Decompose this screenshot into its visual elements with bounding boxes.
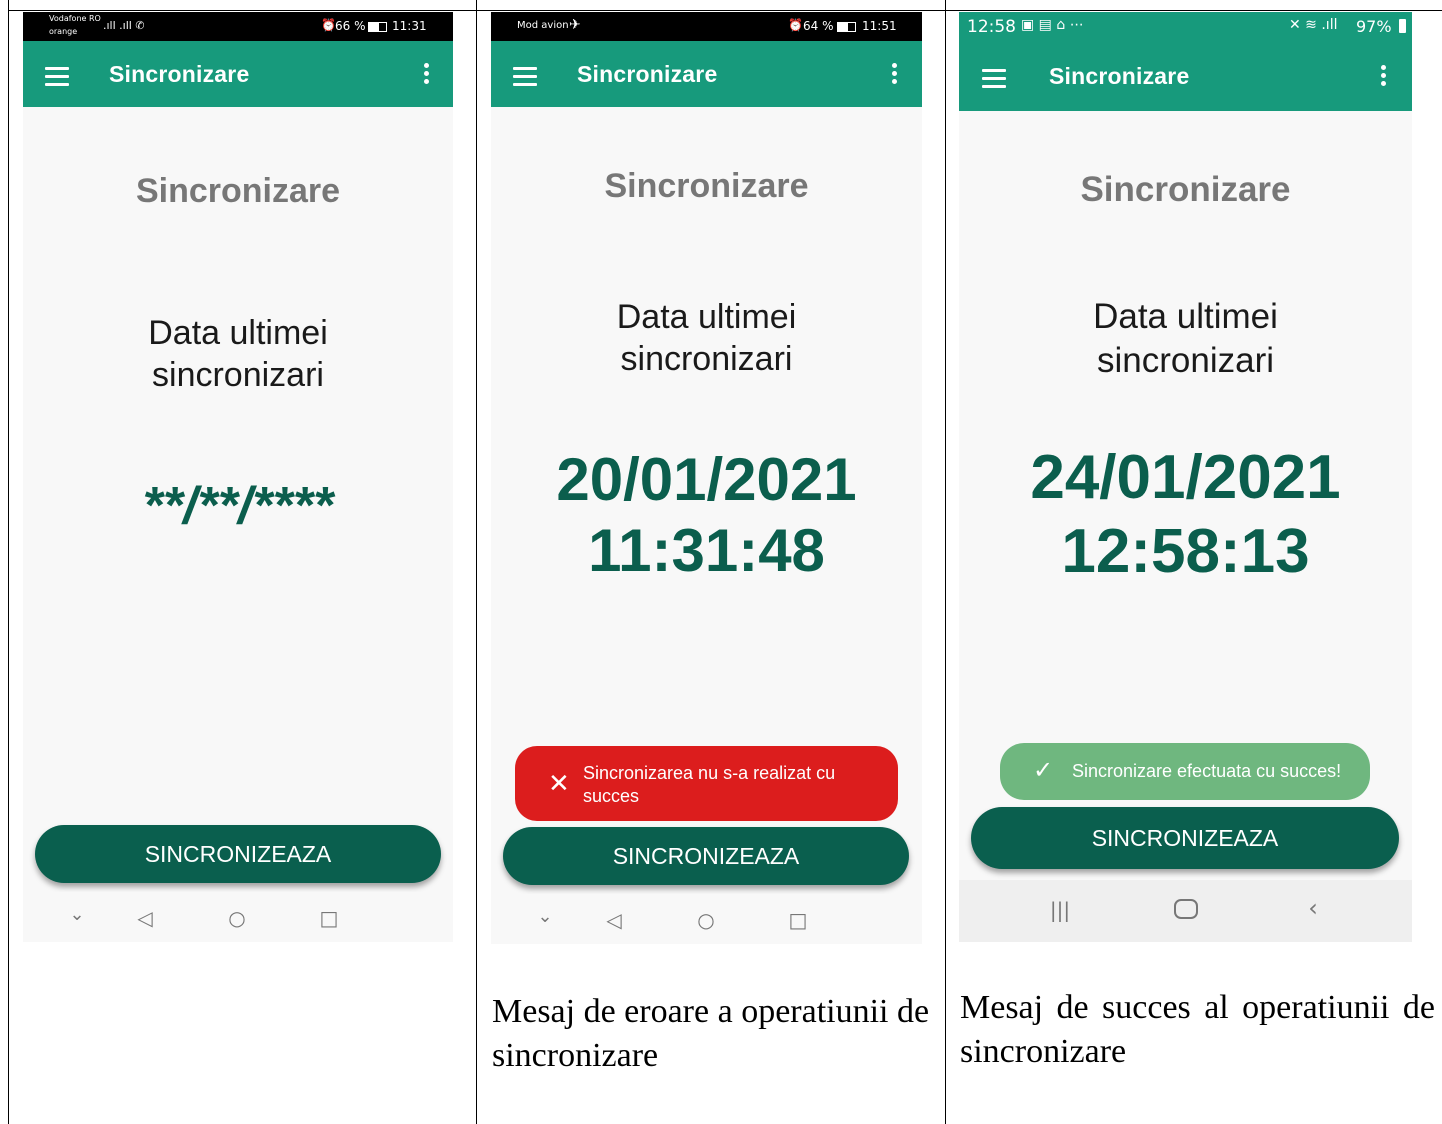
collapse-icon[interactable]: ⌄ <box>65 904 89 925</box>
notification-icons: ▣ ▤ ⌂ ⋯ <box>1021 17 1084 33</box>
more-options-icon[interactable] <box>424 63 430 87</box>
home-icon[interactable]: ○ <box>694 908 718 932</box>
last-sync-date: 20/01/2021 <box>556 446 857 513</box>
error-caption: Mesaj de eroare a operatiunii de sincron… <box>492 993 930 1074</box>
menu-icon[interactable] <box>982 69 1006 93</box>
signal-icons: ✕ ≋ .ıll <box>1289 17 1338 33</box>
table-border-top <box>8 10 1442 11</box>
nav-bar: ⌄ ◁ ○ □ <box>491 894 922 944</box>
carrier-name: Vodafone RO <box>49 14 101 23</box>
table-border-mid2 <box>945 0 946 1124</box>
sync-button[interactable]: SINCRONIZEAZA <box>503 827 909 885</box>
back-icon[interactable]: ◁ <box>133 906 157 930</box>
last-sync-date: **/**/**** <box>142 477 334 535</box>
home-icon[interactable]: ○ <box>225 906 249 930</box>
recents-icon[interactable]: ||| <box>1045 898 1075 922</box>
menu-icon[interactable] <box>513 67 537 91</box>
nav-bar: ||| ‹ <box>959 880 1412 942</box>
app-bar: Sincronizare <box>491 41 922 107</box>
app-bar-title: Sincronizare <box>109 61 250 87</box>
status-bar: 12:58 ▣ ▤ ⌂ ⋯ ✕ ≋ .ıll 97% <box>959 12 1412 41</box>
error-toast-text: Sincronizarea nu s-a realizat cu succes <box>583 763 836 806</box>
table-border-mid1 <box>476 0 477 1124</box>
nav-bar: ⌄ ◁ ○ □ <box>23 892 453 942</box>
alarm-icon: ⏰ <box>788 18 803 32</box>
last-sync-label: Data ultimei sincronizari <box>616 298 797 378</box>
last-sync-label: Data ultimei sincronizari <box>1093 297 1278 380</box>
phone-screen-initial: Vodafone RO orange .ıll .ıll ✆ ⏰ 66 % 11… <box>23 12 453 942</box>
app-bar: Sincronizare <box>23 41 453 107</box>
error-toast: ✕ Sincronizarea nu s-a realizat cu succe… <box>515 746 898 821</box>
last-sync-date: 24/01/2021 <box>1030 443 1341 512</box>
success-toast: ✓ Sincronizare efectuata cu succes! <box>1000 743 1370 800</box>
signal-icon: .ıll .ıll ✆ <box>103 19 145 32</box>
screen-title: Sincronizare <box>135 172 341 210</box>
airplane-icon: ✈ <box>569 17 581 33</box>
check-icon: ✓ <box>1033 756 1054 784</box>
battery-icon <box>368 22 387 32</box>
sync-button[interactable]: SINCRONIZEAZA <box>35 825 441 883</box>
back-icon[interactable]: ◁ <box>602 908 626 932</box>
recents-icon[interactable]: □ <box>317 906 341 930</box>
battery-percent: 97% <box>1356 17 1392 36</box>
recents-icon[interactable]: □ <box>786 908 810 932</box>
clock: 11:51 <box>862 19 897 33</box>
airplane-mode-label: Mod avion <box>517 20 569 31</box>
back-icon[interactable]: ‹ <box>1301 894 1325 922</box>
sync-button[interactable]: SINCRONIZEAZA <box>971 807 1399 869</box>
carrier-name-2: orange <box>49 27 78 36</box>
more-options-icon[interactable] <box>892 63 898 87</box>
battery-icon <box>1399 19 1406 33</box>
battery-icon <box>837 22 856 32</box>
table-border-left <box>8 0 9 1124</box>
status-bar: Mod avion ✈ ⏰ 64 % 11:51 <box>491 12 922 41</box>
app-bar-title: Sincronizare <box>577 61 718 87</box>
collapse-icon[interactable]: ⌄ <box>533 906 557 927</box>
app-bar-title: Sincronizare <box>1049 63 1190 89</box>
app-bar: Sincronizare <box>959 41 1412 111</box>
battery-percent: 64 % <box>803 19 834 33</box>
phone-screen-error: Mod avion ✈ ⏰ 64 % 11:51 Sincronizare Si… <box>491 12 922 944</box>
last-sync-label: Data ultimei sincronizari <box>148 314 328 394</box>
alarm-icon: ⏰ <box>321 18 336 32</box>
more-options-icon[interactable] <box>1381 65 1387 89</box>
status-bar: Vodafone RO orange .ıll .ıll ✆ ⏰ 66 % 11… <box>23 12 453 41</box>
screen-title: Sincronizare <box>604 167 809 205</box>
success-caption: Mesaj de succes al operatiunii de sincro… <box>960 989 1435 1070</box>
last-sync-time: 12:58:13 <box>1061 517 1310 586</box>
close-icon[interactable]: ✕ <box>548 769 570 799</box>
phone-screen-success: 12:58 ▣ ▤ ⌂ ⋯ ✕ ≋ .ıll 97% Sincronizare … <box>959 12 1412 942</box>
success-toast-text: Sincronizare efectuata cu succes! <box>1072 761 1342 781</box>
last-sync-time: 11:31:48 <box>588 517 825 584</box>
battery-percent: 66 % <box>335 19 366 33</box>
clock: 12:58 <box>967 17 1016 37</box>
menu-icon[interactable] <box>45 67 69 91</box>
home-icon[interactable] <box>1174 899 1198 919</box>
screen-title: Sincronizare <box>1080 170 1291 209</box>
clock: 11:31 <box>392 19 427 33</box>
